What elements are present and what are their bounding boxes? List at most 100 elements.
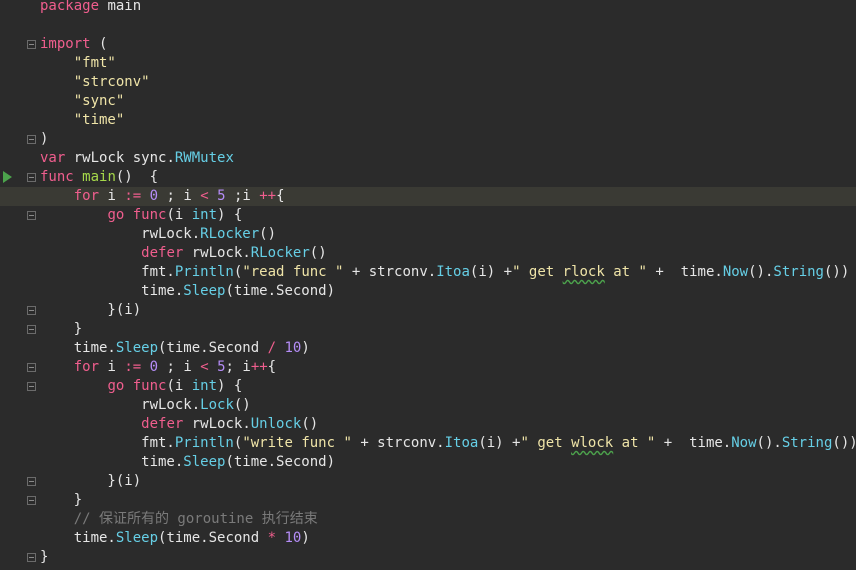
code-line[interactable]: }(i) xyxy=(40,472,856,491)
code-token: rlock xyxy=(562,264,605,280)
code-line[interactable]: defer rwLock.Unlock() xyxy=(40,415,856,434)
code-line[interactable]: } xyxy=(40,548,856,567)
fold-collapse-icon[interactable] xyxy=(27,306,36,315)
code-token: time. xyxy=(40,340,116,356)
code-line[interactable]: defer rwLock.RLocker() xyxy=(40,244,856,263)
code-line[interactable]: // 保证所有的 goroutine 执行结束 xyxy=(40,510,856,529)
code-token: "time" xyxy=(73,112,125,128)
fold-collapse-icon[interactable] xyxy=(27,477,36,486)
code-token: "read func " xyxy=(242,264,344,280)
code-line[interactable]: func main() { xyxy=(40,168,856,187)
code-token: rwLock. xyxy=(40,397,201,413)
code-token: (i xyxy=(166,207,192,223)
code-token: rwLock. xyxy=(183,245,251,261)
code-line[interactable]: var rwLock sync.RWMutex xyxy=(40,149,856,168)
fold-collapse-icon[interactable] xyxy=(27,325,36,334)
code-token: func xyxy=(132,207,167,223)
code-token: / xyxy=(267,340,277,356)
code-token: go xyxy=(107,378,125,394)
code-line-current[interactable]: for i := 0 ; i < 5 ;i ++{ xyxy=(0,187,856,206)
code-token: RLocker xyxy=(250,245,310,261)
fold-collapse-icon[interactable] xyxy=(27,496,36,505)
code-token: time. xyxy=(40,283,184,299)
code-token: at " xyxy=(613,435,656,451)
code-token: < xyxy=(200,188,209,204)
code-line[interactable]: "sync" xyxy=(40,92,856,111)
code-line[interactable]: package main xyxy=(40,0,856,16)
code-token: import xyxy=(40,36,91,52)
code-line[interactable]: rwLock.Lock() xyxy=(40,396,856,415)
code-token: main xyxy=(99,0,142,14)
code-area[interactable]: package main import ( "fmt" "strconv" "s… xyxy=(0,0,856,567)
fold-expand-icon[interactable] xyxy=(27,363,36,372)
code-token: 10 xyxy=(284,530,302,546)
code-line[interactable]: time.Sleep(time.Second * 10) xyxy=(40,529,856,548)
code-line[interactable]: fmt.Println("read func " + strconv.Itoa(… xyxy=(40,263,856,282)
code-line[interactable]: } xyxy=(40,491,856,510)
code-editor[interactable]: package main import ( "fmt" "strconv" "s… xyxy=(0,0,856,570)
code-token: < xyxy=(200,359,209,375)
code-line[interactable]: "strconv" xyxy=(40,73,856,92)
code-token: time. xyxy=(40,530,116,546)
code-token: for xyxy=(73,188,100,204)
code-token: at " xyxy=(604,264,647,280)
run-icon[interactable] xyxy=(3,171,12,183)
code-line[interactable]: rwLock.RLocker() xyxy=(40,225,856,244)
code-line[interactable]: go func(i int) { xyxy=(40,206,856,225)
code-token: ) xyxy=(301,530,310,546)
code-line[interactable]: fmt.Println("write func " + strconv.Itoa… xyxy=(40,434,856,453)
code-line[interactable]: } xyxy=(40,320,856,339)
code-line[interactable]: "fmt" xyxy=(40,54,856,73)
fold-expand-icon[interactable] xyxy=(27,382,36,391)
code-token: (i) + xyxy=(469,264,513,280)
code-token: func xyxy=(132,378,167,394)
code-token: ()) xyxy=(823,264,850,280)
code-token: go xyxy=(107,207,125,223)
fold-expand-icon[interactable] xyxy=(27,173,36,182)
code-token: defer xyxy=(141,416,184,432)
fold-collapse-icon[interactable] xyxy=(27,135,36,144)
code-token: () xyxy=(259,226,277,242)
code-token: () xyxy=(301,416,319,432)
code-token: 0 xyxy=(149,188,159,204)
code-token: (time.Second) xyxy=(225,454,336,470)
code-token: rwLock. xyxy=(40,226,201,242)
code-token: (). xyxy=(748,264,774,280)
code-token: { xyxy=(276,188,285,204)
code-token: * xyxy=(267,530,277,546)
code-token: Lock xyxy=(200,397,234,413)
code-token: Println xyxy=(174,264,234,280)
code-line[interactable]: "time" xyxy=(40,111,856,130)
code-token: fmt. xyxy=(40,435,175,451)
fold-expand-icon[interactable] xyxy=(27,211,36,220)
fold-collapse-icon[interactable] xyxy=(27,553,36,562)
code-token: main xyxy=(82,169,116,185)
code-token: func xyxy=(40,169,74,185)
code-line[interactable]: import ( xyxy=(40,35,856,54)
code-line[interactable]: for i := 0 ; i < 5; i++{ xyxy=(40,358,856,377)
code-token: () xyxy=(309,245,327,261)
code-token: var xyxy=(40,150,66,166)
code-token: ) xyxy=(40,131,49,147)
code-line[interactable]: time.Sleep(time.Second / 10) xyxy=(40,339,856,358)
code-line[interactable]: go func(i int) { xyxy=(40,377,856,396)
code-token: ; i xyxy=(158,188,201,204)
code-token: ;i xyxy=(225,188,260,204)
fold-expand-icon[interactable] xyxy=(27,40,36,49)
code-line[interactable]: ) xyxy=(40,130,856,149)
code-token: () xyxy=(233,397,251,413)
editor-gutter xyxy=(0,0,38,570)
code-token: + time. xyxy=(655,435,732,451)
code-token: ()) xyxy=(832,435,856,451)
code-token: String xyxy=(781,435,833,451)
code-line[interactable]: time.Sleep(time.Second) xyxy=(40,282,856,301)
code-token: rwLock. xyxy=(183,416,251,432)
code-token: + time. xyxy=(646,264,723,280)
code-line[interactable]: time.Sleep(time.Second) xyxy=(40,453,856,472)
code-line[interactable] xyxy=(40,16,856,35)
code-line[interactable]: }(i) xyxy=(40,301,856,320)
